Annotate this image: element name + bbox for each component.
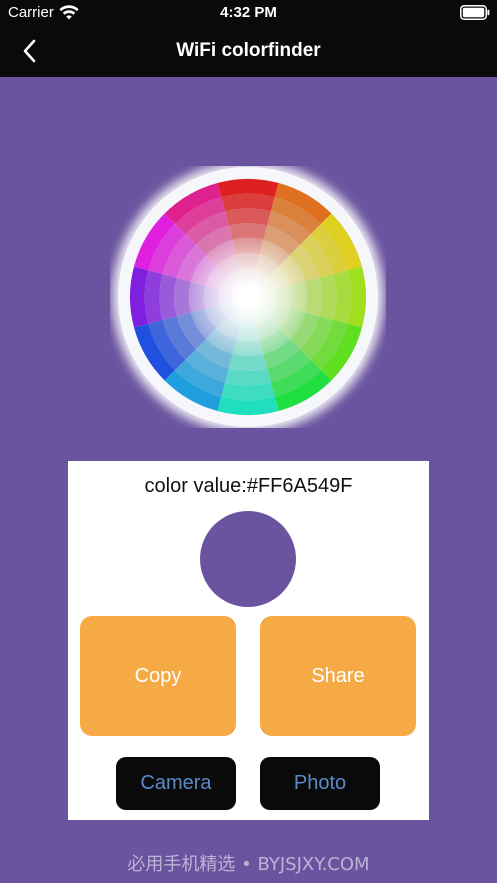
battery-icon xyxy=(460,5,490,20)
status-time: 4:32 PM xyxy=(220,4,277,21)
page-title: WiFi colorfinder xyxy=(176,40,321,61)
color-swatch xyxy=(200,511,296,607)
camera-button[interactable]: Camera xyxy=(116,757,236,810)
color-wheel-graphic[interactable] xyxy=(110,161,386,433)
wheel-segment[interactable] xyxy=(225,368,271,386)
copy-button[interactable]: Copy xyxy=(80,616,236,736)
color-wheel[interactable] xyxy=(110,161,386,433)
color-info-panel: color value:#FF6A549F Copy Share Camera … xyxy=(68,461,429,820)
navigation-bar: WiFi colorfinder xyxy=(0,26,497,77)
wheel-segment[interactable] xyxy=(319,274,337,320)
status-bar: Carrier 4:32 PM xyxy=(0,0,497,26)
photo-button[interactable]: Photo xyxy=(260,757,380,810)
wheel-segment[interactable] xyxy=(225,208,271,226)
wheel-segment[interactable] xyxy=(159,274,177,320)
share-button[interactable]: Share xyxy=(260,616,416,736)
watermark-text: 必用手机精选 • BYJSJXY.COM xyxy=(127,854,370,875)
color-value-label: color value:#FF6A549F xyxy=(144,475,353,497)
